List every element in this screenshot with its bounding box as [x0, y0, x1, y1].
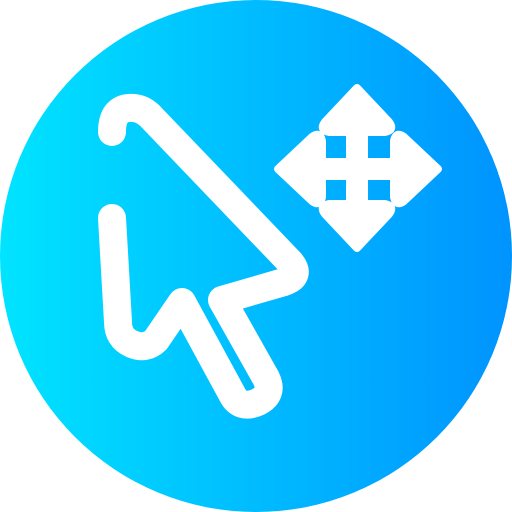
move-cursor-icon — [0, 0, 512, 512]
move-cursor-app-icon — [0, 0, 512, 512]
background-circle — [0, 0, 512, 512]
